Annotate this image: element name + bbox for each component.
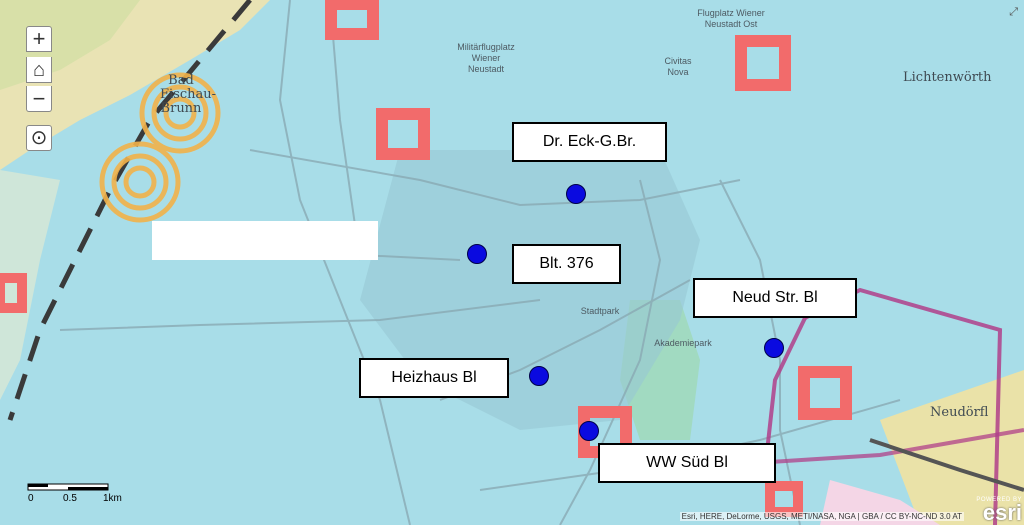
esri-wordmark: esri xyxy=(982,500,1022,525)
home-button[interactable]: ⌂ xyxy=(26,57,52,83)
label-blt376: Blt. 376 xyxy=(512,244,621,284)
place-neudoerfl: Neudörfl xyxy=(930,405,989,420)
place-lichtenwoerth: Lichtenwörth xyxy=(903,70,992,85)
label-neud-str: Neud Str. Bl xyxy=(693,278,857,318)
place-flugplatz-ost: Flugplatz Wiener Neustadt Ost xyxy=(697,8,765,29)
label-dr-eck: Dr. Eck-G.Br. xyxy=(512,122,667,162)
label-heizhaus: Heizhaus Bl xyxy=(359,358,509,398)
blank-label-box xyxy=(152,221,378,260)
scale-label-one: 1km xyxy=(103,493,122,504)
place-bad-fischau: Bad Fischau- Brunn xyxy=(160,73,217,116)
well-marker-ww-sued[interactable] xyxy=(579,421,599,441)
expand-icon[interactable]: ⤢ xyxy=(1009,6,1018,19)
place-akademiepark: Akademiepark xyxy=(654,338,712,348)
scale-bar-graphic xyxy=(27,483,109,491)
place-militaerflugplatz: Militärflugplatz Wiener Neustadt xyxy=(457,42,515,74)
esri-logo: POWERED BY esri xyxy=(976,497,1022,525)
map-attribution: Esri, HERE, DeLorme, USGS, METI/NASA, NG… xyxy=(679,512,964,521)
well-marker-blt376[interactable] xyxy=(467,244,487,264)
zoom-out-button[interactable]: − xyxy=(26,86,52,112)
place-civitas-nova: Civitas Nova xyxy=(664,56,692,77)
label-ww-sued: WW Süd Bl xyxy=(598,443,776,483)
well-marker-dr-eck[interactable] xyxy=(566,184,586,204)
home-icon: ⌂ xyxy=(32,58,46,81)
scale-label-half: 0.5 xyxy=(63,493,77,504)
scale-label-zero: 0 xyxy=(28,493,34,504)
place-stadtpark: Stadtpark xyxy=(580,306,620,316)
zoom-in-button[interactable]: + xyxy=(26,26,52,52)
well-marker-neud-str[interactable] xyxy=(764,338,784,358)
well-marker-heizhaus[interactable] xyxy=(529,366,549,386)
locate-button[interactable]: ⊙ xyxy=(26,125,52,151)
locate-icon: ⊙ xyxy=(30,127,48,149)
